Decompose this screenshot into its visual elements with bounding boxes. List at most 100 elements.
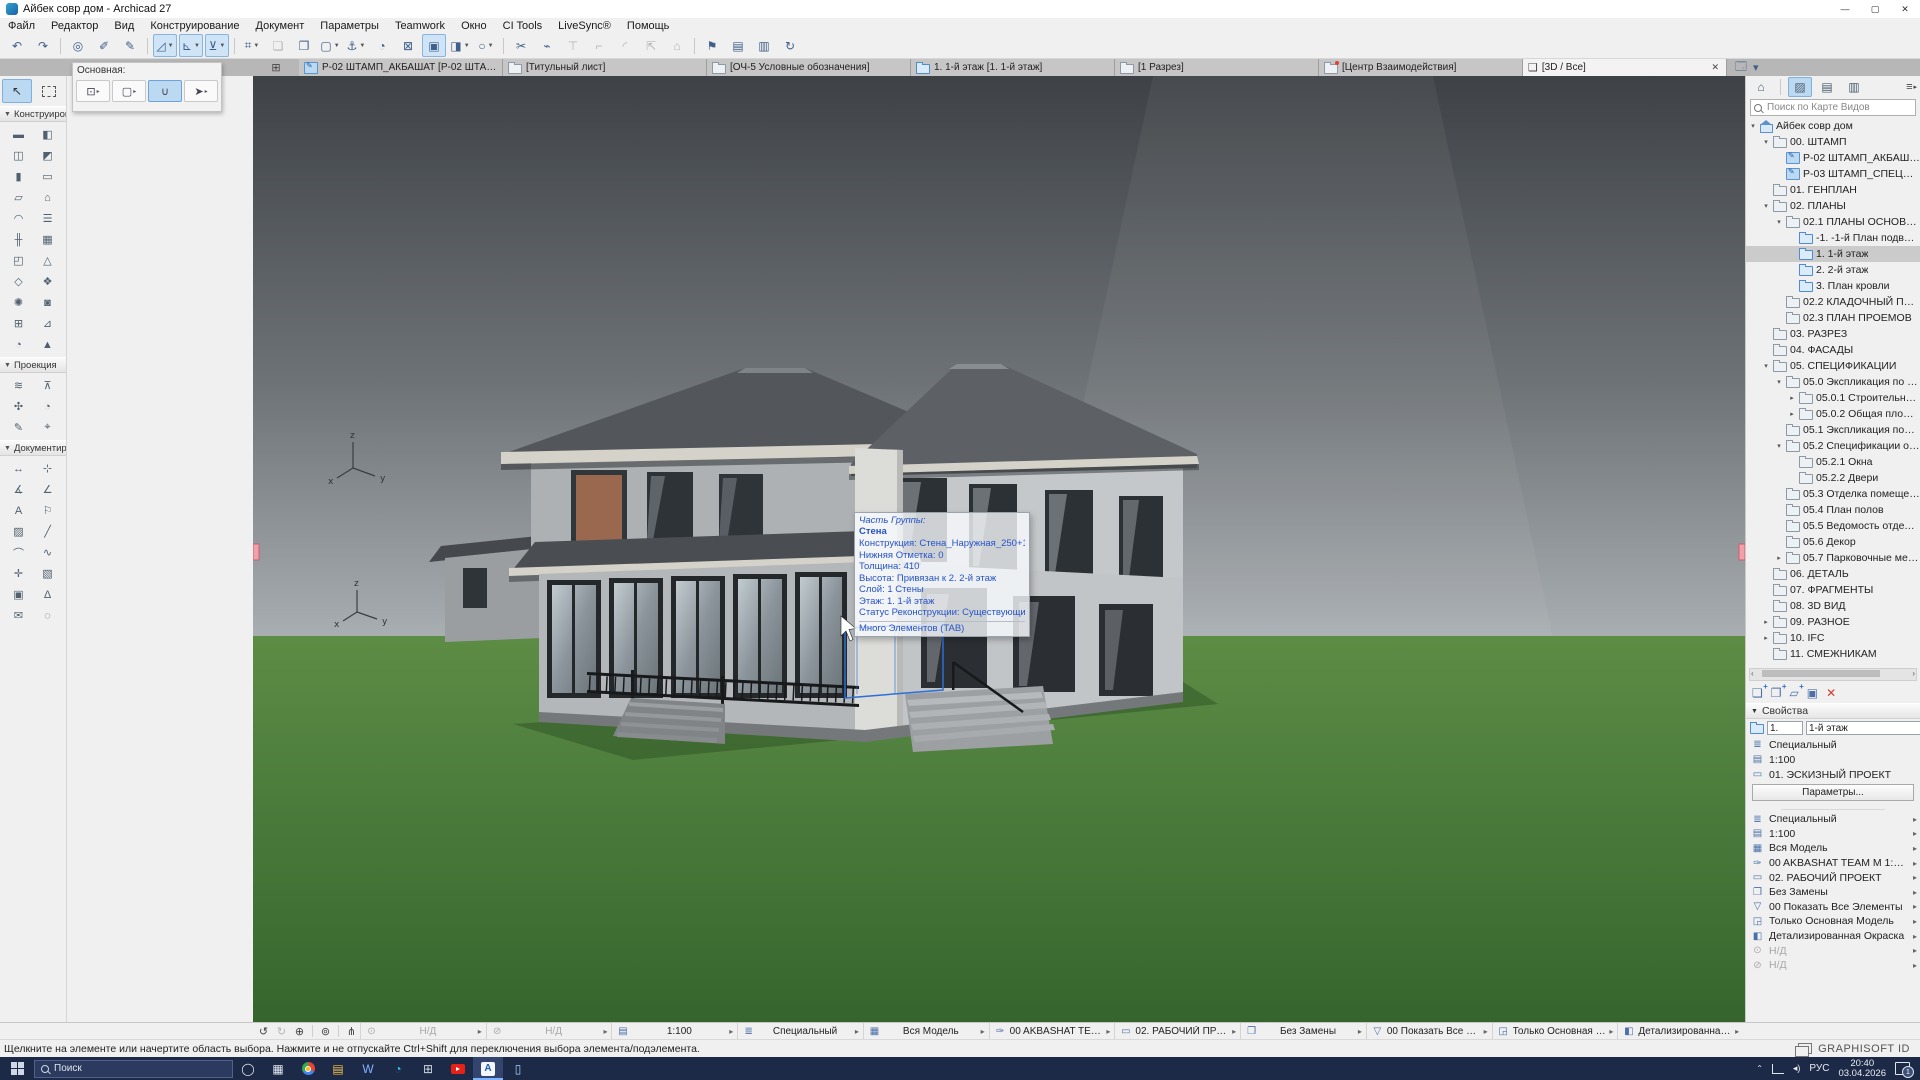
tree-item-02-планы[interactable]: ▾02. ПЛАНЫ — [1746, 198, 1920, 214]
delete-item-icon[interactable]: ✕ — [1826, 686, 1836, 700]
text-tool-icon[interactable]: A — [4, 500, 33, 521]
line-tool-icon[interactable]: ╱ — [33, 521, 62, 542]
setting-row-renovation-status[interactable]: ◲Только Основная Модель▸ — [1746, 914, 1920, 929]
collapsed-icon[interactable]: ▸ — [1788, 410, 1796, 418]
open-settings-icon[interactable]: ▣ — [1807, 686, 1818, 700]
find-and-select-icon[interactable]: ◎ — [66, 34, 90, 57]
truss-tool-icon[interactable]: ⊿ — [33, 313, 62, 334]
marquee-options-icon[interactable]: ▢▼ — [318, 34, 342, 57]
calculator-icon[interactable]: ⊞ — [413, 1057, 443, 1080]
tree-item-р-02-штамп-акбашат[interactable]: Р-02 ШТАМП_АКБАШАТ — [1746, 150, 1920, 166]
menu-конструирование[interactable]: Конструирование — [142, 18, 247, 33]
minimize-button[interactable]: — — [1830, 0, 1860, 18]
menu-teamwork[interactable]: Teamwork — [387, 18, 453, 33]
tab-list-dropdown-icon[interactable]: ▾ — [1753, 61, 1759, 74]
collapsed-icon[interactable]: ▸ — [1762, 618, 1770, 626]
tree-item-05-7-парковочные-места[interactable]: ▸05.7 Парковочные места — [1746, 550, 1920, 566]
tab--3d-все-[interactable]: ❑[3D / Все]✕ — [1523, 59, 1727, 76]
menu-ci-tools[interactable]: CI Tools — [495, 18, 551, 33]
tree-item-3-план-кровли[interactable]: 3. План кровли — [1746, 278, 1920, 294]
window-tool-icon[interactable]: ◫ — [4, 145, 33, 166]
setting-row-structure-display[interactable]: ▦Вся Модель▸ — [1746, 841, 1920, 856]
tree-item-04-фасады[interactable]: 04. ФАСАДЫ — [1746, 342, 1920, 358]
renovation-icon[interactable]: ◔ — [370, 34, 394, 57]
update-drawings-icon[interactable]: ↻ — [778, 34, 802, 57]
menu-параметры[interactable]: Параметры — [312, 18, 387, 33]
graphisoft-id[interactable]: GRAPHISOFT ID — [1798, 1043, 1920, 1055]
magnet-snap-icon[interactable]: ∪ — [148, 80, 182, 102]
tree-item-05-спецификации[interactable]: ▾05. СПЕЦИФИКАЦИИ — [1746, 358, 1920, 374]
label-tool-icon[interactable]: ⚐ — [33, 500, 62, 521]
tree-item-07-фрагменты[interactable]: 07. ФРАГМЕНТЫ — [1746, 582, 1920, 598]
tab-р-02-штамп-акбашат-р-02-штамп-акб-[interactable]: Р-02 ШТАМП_АКБАШАТ [Р-02 ШТАМП_АКБ... — [299, 59, 503, 76]
roof-tool-icon[interactable]: ⌂ — [33, 187, 62, 208]
speaker-icon[interactable]: ◂) — [1793, 1063, 1801, 1074]
tree-item-02-3-план-проемов[interactable]: 02.3 ПЛАН ПРОЕМОВ — [1746, 310, 1920, 326]
expanded-icon[interactable]: ▾ — [1762, 362, 1770, 370]
hotspot-tool-icon[interactable]: ✛ — [4, 563, 33, 584]
menu-вид[interactable]: Вид — [106, 18, 142, 33]
setting-row-scale[interactable]: ▤1:100▸ — [1746, 827, 1920, 842]
tab--центр-взаимодействия-[interactable]: [Центр Взаимодействия] — [1319, 59, 1523, 76]
slab-tool-icon[interactable]: ▱ — [4, 187, 33, 208]
tree-item-09-разное[interactable]: ▸09. РАЗНОЕ — [1746, 614, 1920, 630]
expanded-icon[interactable]: ▾ — [1775, 378, 1783, 386]
detail-marker-tool-icon[interactable]: ✉ — [4, 605, 33, 626]
parameters-button[interactable]: Параметры... — [1752, 784, 1914, 801]
paint-icon[interactable]: ▯ — [503, 1057, 533, 1080]
opening-tool-icon[interactable]: ◙ — [33, 292, 62, 313]
close-button[interactable]: ✕ — [1890, 0, 1920, 18]
level-dimension-tool-icon[interactable]: ⊹ — [33, 458, 62, 479]
redo-icon[interactable]: ↷ — [31, 34, 55, 57]
tree-item-айбек-совр-дом[interactable]: ▾Айбек совр дом — [1746, 118, 1920, 134]
trace-reference-icon[interactable]: ❐ — [292, 34, 316, 57]
inject-parameters-icon[interactable]: ✎ — [118, 34, 142, 57]
tab--оч-5-условные-обозначения-[interactable]: [ОЧ-5 Условные обозначения] — [707, 59, 911, 76]
setting-row-model-view-options[interactable]: ▭02. РАБОЧИЙ ПРОЕКТ▸ — [1746, 870, 1920, 885]
tree-item-08-3d-вид[interactable]: 08. 3D ВИД — [1746, 598, 1920, 614]
quickbar-3d-style[interactable]: ◧Детализированная О...▸ — [1617, 1023, 1743, 1039]
quickbar-renovation-filter[interactable]: ▽00 Показать Все Элем...▸ — [1366, 1023, 1492, 1039]
tree-item-00-штамп[interactable]: ▾00. ШТАМП — [1746, 134, 1920, 150]
quickbar-pen-set[interactable]: ✑00 AKBASHAT TEAM M ...▸ — [989, 1023, 1115, 1039]
layout-book-map-icon[interactable]: ▤ — [1815, 77, 1839, 97]
stair-tool-icon[interactable]: ☰ — [33, 208, 62, 229]
tree-item-05-2-спецификации-окон-и-двер[interactable]: ▾05.2 Спецификации окон и двер — [1746, 438, 1920, 454]
worksheet-tool-icon[interactable]: ✎ — [4, 417, 33, 438]
scroll-right-icon[interactable]: › — [1912, 669, 1915, 678]
radial-dimension-tool-icon[interactable]: ∡ — [4, 479, 33, 500]
collapsed-icon[interactable]: ▸ — [1788, 394, 1796, 402]
view-map-icon[interactable]: ▨ — [1788, 77, 1812, 97]
clone-folder-icon[interactable]: ❐+ — [1771, 686, 1782, 700]
dimension-tool-icon[interactable]: ↔ — [4, 458, 33, 479]
marquee-selection-icon[interactable]: ▢▸ — [112, 80, 146, 102]
chrome-icon[interactable] — [293, 1057, 323, 1080]
adjust-icon[interactable]: ⌁ — [535, 34, 559, 57]
undo-icon[interactable]: ↶ — [5, 34, 29, 57]
edge-icon[interactable]: ◔ — [383, 1057, 413, 1080]
file-explorer-icon[interactable]: ▤ — [323, 1057, 353, 1080]
navigator-search[interactable] — [1750, 99, 1916, 116]
anchor-icon[interactable]: ⚓▼ — [344, 34, 368, 57]
start-button[interactable] — [0, 1057, 34, 1080]
youtube-icon[interactable] — [443, 1057, 473, 1080]
tree-item-2-2-й-этаж[interactable]: 2. 2-й этаж — [1746, 262, 1920, 278]
story-number-field[interactable] — [1767, 721, 1803, 735]
corner-window-tool-icon[interactable]: ◩ — [33, 145, 62, 166]
menu-документ[interactable]: Документ — [248, 18, 313, 33]
solid-operations-icon[interactable]: ◨▼ — [448, 34, 472, 57]
fill-tool-icon[interactable]: ▨ — [4, 521, 33, 542]
new-viewpoint-icon[interactable]: ❏+ — [1752, 686, 1763, 700]
explore-walk-icon[interactable]: ⋔ — [343, 1024, 360, 1038]
quickbar-graphic-override[interactable]: ❐Без Замены▸ — [1240, 1023, 1366, 1039]
arc-circle-tool-icon[interactable]: ⌒ — [4, 542, 33, 563]
notification-icon[interactable]: 1 — [1895, 1062, 1910, 1075]
tree-item-05-2-2-двери[interactable]: 05.2.2 Двери — [1746, 470, 1920, 486]
camera-tool-icon[interactable]: ⌖ — [33, 417, 62, 438]
tree-item-11-смежникам[interactable]: 11. СМЕЖНИКАМ — [1746, 646, 1920, 662]
language-indicator[interactable]: РУС — [1809, 1063, 1829, 1074]
mesh-tool-icon[interactable]: △ — [33, 250, 62, 271]
tree-item-02-2-кладочный-план[interactable]: 02.2 КЛАДОЧНЫЙ ПЛАН — [1746, 294, 1920, 310]
setting-row-layer-combination[interactable]: ≣Специальный▸ — [1746, 812, 1920, 827]
task-view-icon[interactable]: ▦ — [263, 1057, 293, 1080]
